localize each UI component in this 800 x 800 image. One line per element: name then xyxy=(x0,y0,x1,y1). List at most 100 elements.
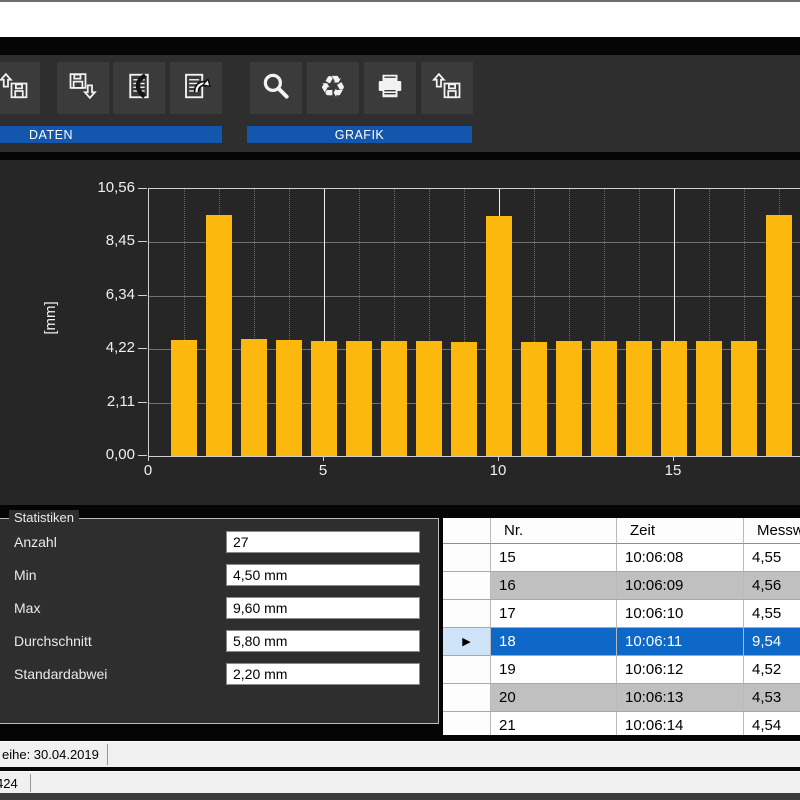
x-tick-mark xyxy=(148,456,149,461)
chart-bar xyxy=(626,341,652,456)
current-row-arrow-icon: ▶ xyxy=(462,635,470,648)
x-tick-mark xyxy=(323,456,324,461)
y-tick-label: 10,56 xyxy=(65,179,135,197)
bar-chart-plot-area xyxy=(148,188,800,457)
cell-nr[interactable]: 17 xyxy=(491,600,617,628)
cell-nr[interactable]: 15 xyxy=(491,544,617,572)
printer-icon xyxy=(375,71,405,106)
status-series-date: eihe: 30.04.2019 xyxy=(2,742,99,767)
row-selector-cell[interactable] xyxy=(443,544,491,572)
statistics-title: Statistiken xyxy=(9,510,79,525)
status-bar-top: eihe: 30.04.2019 xyxy=(0,741,800,767)
chart-bar xyxy=(206,215,232,457)
stat-field-durchschnitt[interactable]: 5,80 mm xyxy=(226,630,420,652)
cell-messwert[interactable]: 4,52 xyxy=(744,656,800,684)
cell-messwert[interactable]: 4,54 xyxy=(744,712,800,735)
row-selector-cell[interactable]: ▶ xyxy=(443,628,491,656)
stat-label-max: Max xyxy=(14,600,40,616)
y-tick-mark xyxy=(138,402,147,403)
measurement-app-window: ♻ DATEN GRAFIK [mm] 0,002,114,226,348,45… xyxy=(0,0,800,800)
stat-field-min[interactable]: 4,50 mm xyxy=(226,564,420,586)
stat-field-anzahl[interactable]: 27 xyxy=(226,531,420,553)
open-data-button[interactable] xyxy=(0,62,40,114)
y-tick-label: 6,34 xyxy=(65,286,135,304)
y-tick-mark xyxy=(138,295,147,296)
magnifier-icon xyxy=(261,71,291,106)
chart-bar xyxy=(416,341,442,457)
chart-bar xyxy=(766,215,792,456)
row-selector-cell[interactable] xyxy=(443,684,491,712)
cell-zeit[interactable]: 10:06:14 xyxy=(617,712,744,735)
chart-bar xyxy=(521,342,547,456)
document-arrow-icon xyxy=(181,71,211,106)
chart-bar xyxy=(556,341,582,456)
row-selector-cell[interactable] xyxy=(443,600,491,628)
daten-group-label: DATEN xyxy=(0,126,222,143)
cell-zeit[interactable]: 10:06:09 xyxy=(617,572,744,600)
cell-zeit[interactable]: 10:06:10 xyxy=(617,600,744,628)
floppy-arrow-down-icon xyxy=(68,71,98,106)
x-tick-mark xyxy=(673,456,674,461)
chart-bar xyxy=(451,342,477,456)
cell-messwert[interactable]: 4,55 xyxy=(744,600,800,628)
h-gridline xyxy=(149,242,800,243)
cell-nr[interactable]: 21 xyxy=(491,712,617,735)
row-selector-cell[interactable] xyxy=(443,712,491,735)
chart-bar xyxy=(381,341,407,457)
stat-label-anzahl: Anzahl xyxy=(14,534,57,550)
cell-messwert[interactable]: 4,53 xyxy=(744,684,800,712)
stat-field-standardabwei[interactable]: 2,20 mm xyxy=(226,663,420,685)
h-gridline xyxy=(149,296,800,297)
y-tick-label: 8,45 xyxy=(65,232,135,250)
cell-zeit[interactable]: 10:06:12 xyxy=(617,656,744,684)
cell-nr[interactable]: 18 xyxy=(491,628,617,656)
y-tick-label: 0,00 xyxy=(65,446,135,464)
cell-zeit[interactable]: 10:06:08 xyxy=(617,544,744,572)
chart-bar xyxy=(591,341,617,456)
chart-bar xyxy=(276,340,302,456)
x-tick-label: 15 xyxy=(653,462,693,479)
chart-bar xyxy=(696,341,722,456)
export-data-button[interactable] xyxy=(170,62,222,114)
chart-bar xyxy=(311,341,337,457)
status-separator xyxy=(30,774,31,792)
clear-data-button[interactable] xyxy=(113,62,165,114)
refresh-graphic-button[interactable]: ♻ xyxy=(307,62,359,114)
cell-zeit[interactable]: 10:06:11 xyxy=(617,628,744,656)
column-header-zeit[interactable]: Zeit xyxy=(617,518,744,544)
cell-messwert[interactable]: 4,55 xyxy=(744,544,800,572)
chart-bar xyxy=(486,216,512,456)
window-title-area xyxy=(0,2,800,37)
stat-label-durchschnitt: Durchschnitt xyxy=(14,633,92,649)
column-header-selector[interactable] xyxy=(443,518,491,544)
cell-nr[interactable]: 16 xyxy=(491,572,617,600)
zoom-graphic-button[interactable] xyxy=(250,62,302,114)
chart-bar xyxy=(731,341,757,456)
statistics-groupbox: Statistiken Anzahl27Min4,50 mmMax9,60 mm… xyxy=(0,518,439,724)
x-tick-label: 10 xyxy=(478,462,518,479)
cell-nr[interactable]: 19 xyxy=(491,656,617,684)
x-tick-mark xyxy=(498,456,499,461)
daten-group-label-text: DATEN xyxy=(29,128,73,142)
cell-nr[interactable]: 20 xyxy=(491,684,617,712)
row-selector-cell[interactable] xyxy=(443,572,491,600)
measurement-table[interactable]: Nr.ZeitMesswert1510:06:084,551610:06:094… xyxy=(443,518,800,735)
cell-messwert[interactable]: 9,54 xyxy=(744,628,800,656)
column-header-nr[interactable]: Nr. xyxy=(491,518,617,544)
cell-messwert[interactable]: 4,56 xyxy=(744,572,800,600)
document-swoosh-icon xyxy=(124,71,154,106)
y-tick-label: 2,11 xyxy=(65,393,135,411)
floppy-arrow-up-icon xyxy=(432,71,462,106)
print-graphic-button[interactable] xyxy=(364,62,416,114)
chart-bar xyxy=(241,339,267,456)
stat-label-standardabwei: Standardabwei xyxy=(14,666,107,682)
window-bottom-edge xyxy=(0,793,800,800)
column-header-messwert[interactable]: Messwert xyxy=(744,518,800,544)
cell-zeit[interactable]: 10:06:13 xyxy=(617,684,744,712)
save-data-button[interactable] xyxy=(57,62,109,114)
grafik-group-label-text: GRAFIK xyxy=(335,128,385,142)
row-selector-cell[interactable] xyxy=(443,656,491,684)
save-graphic-button[interactable] xyxy=(421,62,473,114)
grafik-group-label: GRAFIK xyxy=(247,126,472,143)
stat-field-max[interactable]: 9,60 mm xyxy=(226,597,420,619)
